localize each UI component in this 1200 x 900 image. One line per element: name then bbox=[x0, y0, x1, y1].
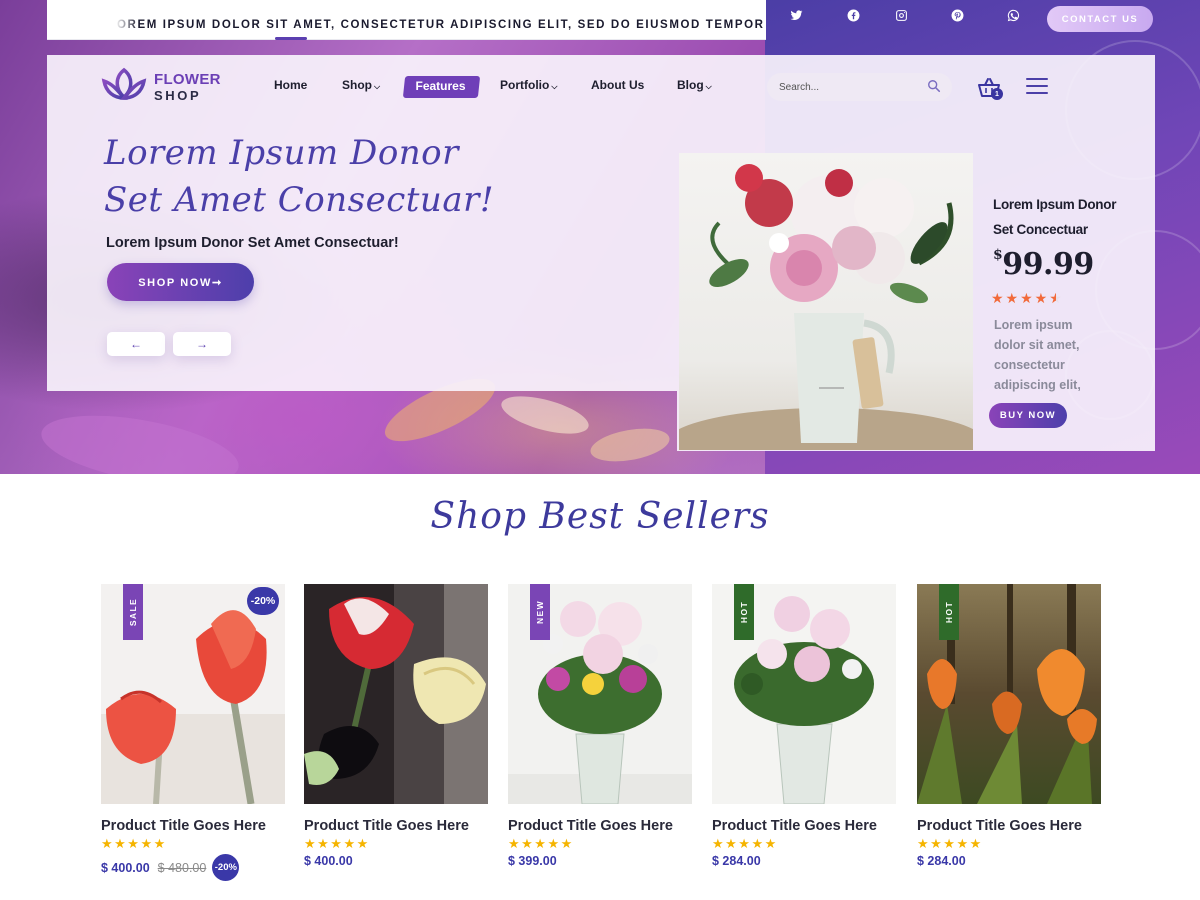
featured-product-rating: ★★★★★★★★★★ bbox=[991, 290, 1064, 306]
announcement-indicator bbox=[275, 37, 307, 40]
search-icon[interactable] bbox=[927, 79, 941, 93]
product-title[interactable]: Product Title Goes Here bbox=[917, 818, 1101, 834]
cart-count-badge: 1 bbox=[991, 88, 1003, 100]
product-price: $ 400.00 bbox=[101, 860, 150, 875]
product-title[interactable]: Product Title Goes Here bbox=[508, 818, 692, 834]
product-image[interactable]: HOT bbox=[712, 584, 896, 804]
logo[interactable]: FLOWER SHOP bbox=[100, 67, 221, 107]
product-price-row: $ 284.00 bbox=[712, 854, 896, 868]
product-price-row: $ 284.00 bbox=[917, 854, 1101, 868]
product-image[interactable] bbox=[304, 584, 488, 804]
product-price: $ 399.00 bbox=[508, 854, 557, 868]
product-price-row: $ 400.00 bbox=[304, 854, 488, 868]
product-image[interactable]: NEW bbox=[508, 584, 692, 804]
search-input[interactable] bbox=[767, 73, 952, 101]
product-title[interactable]: Product Title Goes Here bbox=[304, 818, 488, 834]
twitter-icon[interactable] bbox=[786, 6, 806, 24]
product-image[interactable]: SALE -20% bbox=[101, 584, 285, 804]
product-discount-badge: -20% bbox=[212, 854, 240, 881]
lotus-icon bbox=[101, 67, 147, 100]
announcement-bar: OREM IPSUM DOLOR SIT AMET, CONSECTETUR A… bbox=[47, 0, 766, 40]
chevron-down-icon: ⌵ bbox=[705, 82, 712, 91]
product-rating: ★★★★★ bbox=[712, 836, 778, 851]
nav-features[interactable]: Features bbox=[404, 79, 477, 93]
nav-shop[interactable]: Shop ⌵ bbox=[342, 78, 380, 92]
featured-product-price: $99.99 bbox=[993, 247, 1094, 282]
product-card[interactable]: Product Title Goes Here ★★★★★ $ 400.00 bbox=[304, 584, 488, 868]
product-card[interactable]: HOT Product Title Goes Here ★★★★★ $ 284.… bbox=[917, 584, 1101, 868]
buy-now-button[interactable]: BUY NOW bbox=[989, 403, 1067, 428]
product-old-price: $ 480.00 bbox=[157, 860, 207, 875]
instagram-icon[interactable] bbox=[891, 6, 911, 24]
logo-text-shop: SHOP bbox=[154, 88, 202, 103]
product-badge: NEW bbox=[530, 584, 550, 640]
nav-blog[interactable]: Blog ⌵ bbox=[677, 78, 712, 92]
product-price: $ 284.00 bbox=[712, 854, 761, 868]
announcement-text: OREM IPSUM DOLOR SIT AMET, CONSECTETUR A… bbox=[117, 19, 765, 31]
chevron-down-icon: ⌵ bbox=[374, 82, 381, 91]
whatsapp-icon[interactable] bbox=[1003, 6, 1023, 24]
shop-now-button[interactable]: SHOP NOW➞ bbox=[107, 263, 254, 301]
featured-product-image[interactable] bbox=[679, 153, 973, 450]
product-price: $ 284.00 bbox=[917, 854, 966, 868]
slider-next-button[interactable]: → bbox=[173, 332, 231, 356]
featured-product-name[interactable]: Lorem Ipsum Donor Set Concectuar bbox=[993, 192, 1138, 242]
product-card[interactable]: NEW Product Title Goes Here ★★★★★ $ 399.… bbox=[508, 584, 692, 868]
product-image[interactable]: HOT bbox=[917, 584, 1101, 804]
hamburger-menu-icon[interactable] bbox=[1026, 78, 1048, 96]
nav-home[interactable]: Home bbox=[274, 78, 307, 92]
discount-badge: -20% bbox=[247, 587, 279, 615]
product-rating: ★★★★★ bbox=[101, 836, 167, 851]
section-title: Shop Best Sellers bbox=[430, 496, 770, 537]
product-title[interactable]: Product Title Goes Here bbox=[712, 818, 896, 834]
product-rating: ★★★★★ bbox=[304, 836, 370, 851]
nav-about-us[interactable]: About Us bbox=[591, 78, 644, 92]
product-badge: HOT bbox=[734, 584, 754, 640]
pinterest-icon[interactable] bbox=[947, 6, 967, 24]
chevron-down-icon: ⌵ bbox=[551, 82, 558, 91]
product-price-row: $ 400.00 $ 480.00 -20% bbox=[101, 854, 285, 881]
contact-us-button[interactable]: CONTACT US bbox=[1047, 6, 1153, 32]
featured-product-description: Lorem ipsum dolor sit amet, consectetur … bbox=[994, 318, 1081, 392]
product-rating: ★★★★★ bbox=[508, 836, 574, 851]
hero-title: Lorem Ipsum Donor Set Amet Consectuar! bbox=[104, 133, 495, 220]
product-rating: ★★★★★ bbox=[917, 836, 983, 851]
facebook-icon[interactable] bbox=[843, 6, 863, 24]
logo-text-flower: FLOWER bbox=[154, 71, 221, 88]
slider-prev-button[interactable]: ← bbox=[107, 332, 165, 356]
product-title[interactable]: Product Title Goes Here bbox=[101, 818, 285, 834]
nav-portfolio[interactable]: Portfolio ⌵ bbox=[500, 78, 557, 92]
product-card[interactable]: SALE -20% Product Title Goes Here ★★★★★ … bbox=[101, 584, 285, 881]
product-badge: HOT bbox=[939, 584, 959, 640]
product-badge: SALE bbox=[123, 584, 143, 640]
hero-subtitle: Lorem Ipsum Donor Set Amet Consectuar! bbox=[106, 235, 399, 251]
product-card[interactable]: HOT Product Title Goes Here ★★★★★ $ 284.… bbox=[712, 584, 896, 868]
product-price-row: $ 399.00 bbox=[508, 854, 692, 868]
product-price: $ 400.00 bbox=[304, 854, 353, 868]
